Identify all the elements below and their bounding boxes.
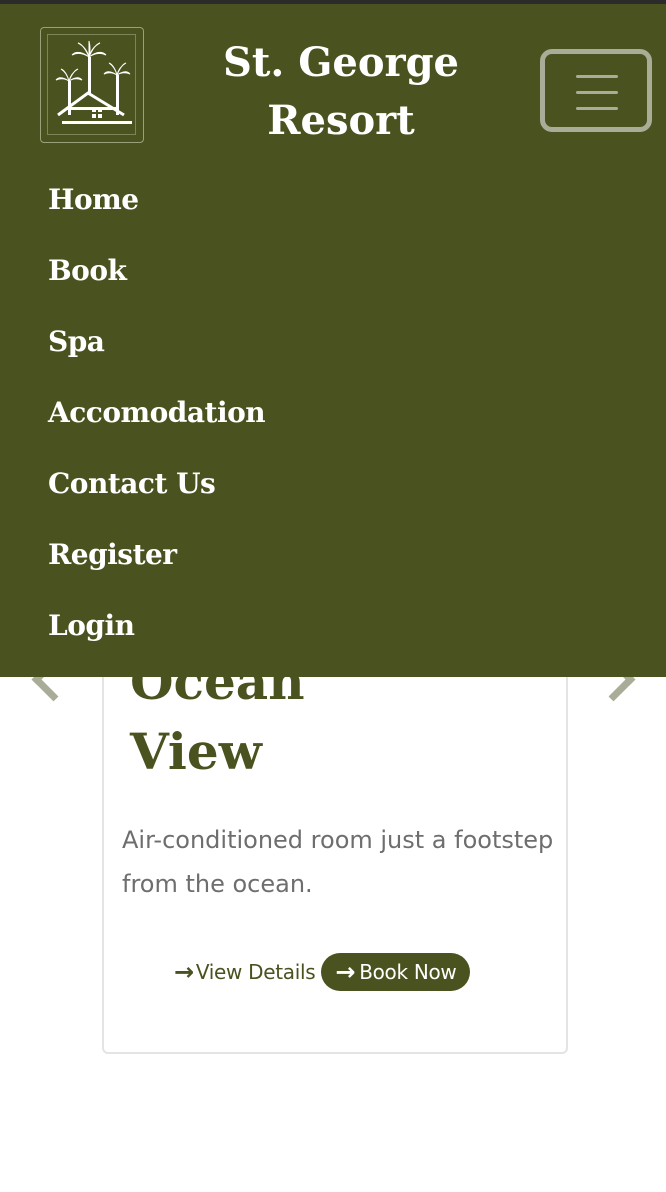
- nav-item-spa: Spa: [48, 319, 265, 390]
- nav-link-book[interactable]: Book: [48, 248, 127, 294]
- menu-toggle-button[interactable]: [540, 49, 652, 132]
- book-now-label: Book Now: [359, 960, 457, 984]
- brand-name[interactable]: St. George Resort: [200, 34, 482, 150]
- nav-item-login: Login: [48, 603, 265, 674]
- nav-link-register[interactable]: Register: [48, 532, 177, 578]
- view-details-link[interactable]: → View Details: [174, 958, 316, 986]
- palm-house-icon: [55, 40, 132, 124]
- nav-link-login[interactable]: Login: [48, 603, 135, 649]
- room-description: Air-conditioned room just a footstep fro…: [122, 826, 554, 898]
- room-title-line2: View: [130, 722, 262, 781]
- book-now-button[interactable]: → Book Now: [321, 953, 471, 991]
- nav-link-accomodation[interactable]: Accomodation: [48, 390, 266, 436]
- resort-logo[interactable]: [40, 27, 144, 143]
- hamburger-icon: [576, 75, 618, 78]
- brand-line2: Resort: [267, 97, 415, 144]
- logo-frame: [47, 34, 136, 135]
- nav-item-book: Book: [48, 248, 265, 319]
- nav-link-home[interactable]: Home: [48, 177, 139, 223]
- nav-item-register: Register: [48, 532, 265, 603]
- brand-line1: St. George: [223, 39, 459, 86]
- card-actions: → View Details → Book Now: [174, 953, 471, 991]
- nav-item-accomodation: Accomodation: [48, 390, 266, 461]
- nav-item-home: Home: [48, 177, 265, 248]
- nav-menu: Home Book Spa Accomodation Contact Us Re…: [48, 177, 266, 674]
- arrow-right-icon: →: [335, 958, 356, 986]
- nav-link-spa[interactable]: Spa: [48, 319, 105, 365]
- hamburger-icon: [576, 91, 618, 94]
- hamburger-icon: [576, 107, 618, 110]
- view-details-label: View Details: [195, 960, 316, 984]
- nav-item-contact: Contact Us: [48, 461, 265, 532]
- nav-link-contact[interactable]: Contact Us: [48, 461, 216, 507]
- navbar: St. George Resort Home Book Spa Accomoda…: [0, 4, 666, 677]
- arrow-right-icon: →: [174, 958, 194, 986]
